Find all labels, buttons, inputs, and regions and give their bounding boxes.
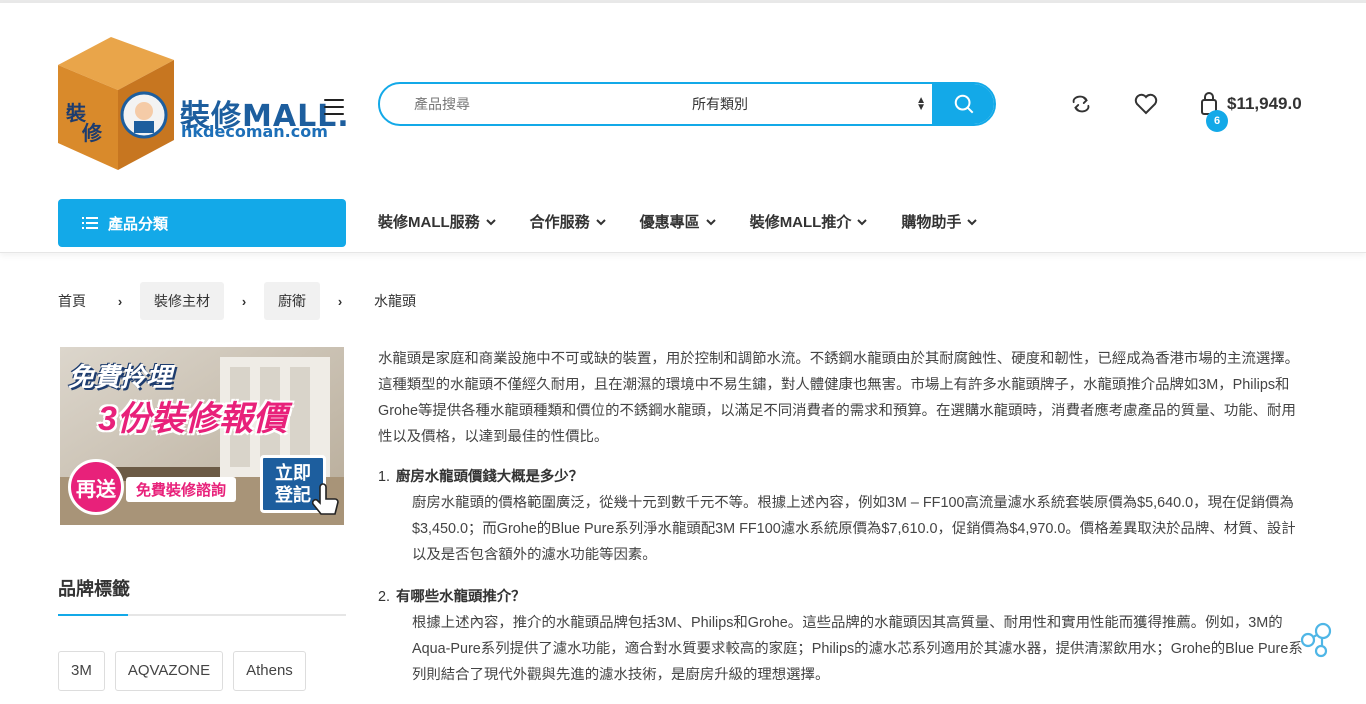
breadcrumb-home[interactable]: 首頁: [58, 282, 100, 320]
intro-paragraph: 水龍頭是家庭和商業設施中不可或缺的裝置，用於控制和調節水流。不銹鋼水龍頭由於其耐…: [378, 351, 1300, 445]
brand-title-divider: [58, 614, 346, 616]
product-category-label: 產品分類: [108, 215, 169, 233]
nav-label: 優惠專區: [639, 214, 700, 231]
brand-tags: 3M AQVAZONE Athens: [58, 651, 316, 691]
chevron-right-icon: ›: [117, 293, 123, 309]
chevron-right-icon: ›: [337, 293, 343, 309]
chevron-down-icon: [705, 218, 716, 225]
brand-tag-aqvazone[interactable]: AQVAZONE: [114, 651, 224, 691]
category-select-value: 所有類別: [692, 96, 748, 112]
category-select[interactable]: 所有類別 ▲ ▼: [692, 94, 926, 114]
brand-tag-athens[interactable]: Athens: [233, 651, 306, 691]
banner-line2: 3份裝修報價: [98, 400, 287, 438]
faq-question-text: 有哪些水龍頭推介？: [396, 589, 526, 605]
search-bar: 所有類別 ▲▼: [378, 82, 996, 126]
faq-answer: 根據上述內容，推介的水龍頭品牌包括3M、Philips和Grohe。這些品牌的水…: [412, 615, 1303, 683]
faq-answer: 廚房水龍頭的價格範圍廣泛，從幾十元到數千元不等。根據上述內容，例如3M – FF…: [412, 495, 1296, 563]
main-nav: 裝修MALL服務 合作服務 優惠專區 裝修MALL推介 購物助手: [378, 211, 1011, 232]
banner-line1: 免費拎埋: [68, 362, 173, 392]
brand-tags-title: 品牌標籤: [58, 579, 130, 599]
category-description: 水龍頭是家庭和商業設施中不可或缺的裝置，用於控制和調節水流。不銹鋼水龍頭由於其耐…: [378, 346, 1308, 704]
product-category-button[interactable]: 產品分類: [58, 199, 346, 247]
breadcrumb: 首頁 › 裝修主材 › 廚衛 › 水龍頭: [58, 282, 430, 320]
menu-hamburger-icon[interactable]: [324, 99, 344, 115]
promo-banner[interactable]: 免費拎埋 3份裝修報價 再送 免費裝修諮詢 立即 登記: [60, 347, 344, 525]
faq-item: 2. 有哪些水龍頭推介？ 根據上述內容，推介的水龍頭品牌包括3M、Philips…: [378, 584, 1308, 688]
faq-question-text: 廚房水龍頭價錢大概是多少？: [396, 469, 584, 485]
nav-label: 合作服務: [529, 214, 590, 231]
chevron-right-icon: ›: [241, 293, 247, 309]
faq-item: 1. 廚房水龍頭價錢大概是多少？ 廚房水龍頭的價格範圍廣泛，從幾十元到數千元不等…: [378, 464, 1308, 568]
wishlist-button[interactable]: [1133, 91, 1159, 117]
faq-question: 2. 有哪些水龍頭推介？: [378, 584, 1308, 610]
chevron-down-icon: [595, 218, 606, 225]
pointer-hand-icon: [312, 483, 339, 515]
banner-badge: 再送: [68, 459, 124, 515]
share-bubbles-icon[interactable]: [1298, 620, 1338, 660]
breadcrumb-kitchen-bath[interactable]: 廚衛: [264, 282, 320, 320]
cart-count-badge: 6: [1206, 110, 1228, 132]
faq-number: 2.: [378, 589, 391, 605]
site-header: 裝 修 裝修MALL. hkdecoman.com 所有類別 ▲▼: [0, 3, 1366, 253]
banner-badge-text: 免費裝修諮詢: [126, 477, 237, 502]
heart-icon: [1134, 93, 1158, 115]
logo-domain[interactable]: hkdecoman.com: [181, 122, 328, 141]
nav-label: 裝修MALL推介: [749, 214, 852, 231]
faq-question: 1. 廚房水龍頭價錢大概是多少？: [378, 464, 1308, 490]
nav-item-offers[interactable]: 優惠專區: [640, 211, 716, 232]
chevron-down-icon: [967, 218, 978, 225]
nav-label: 裝修MALL服務: [378, 214, 480, 231]
banner-cta-line1: 立即: [275, 463, 311, 483]
brand-tag-3m[interactable]: 3M: [58, 651, 105, 691]
nav-item-services[interactable]: 裝修MALL服務: [378, 211, 496, 232]
search-button[interactable]: [932, 84, 994, 124]
chevron-down-icon: [857, 218, 868, 225]
breadcrumb-current: 水龍頭: [374, 293, 416, 309]
nav-label: 購物助手: [901, 214, 962, 231]
faq-number: 1.: [378, 469, 391, 485]
search-icon: [954, 94, 974, 114]
search-input[interactable]: [414, 96, 690, 112]
select-arrows-icon: ▲ ▼: [916, 95, 926, 113]
nav-item-partnership[interactable]: 合作服務: [530, 211, 606, 232]
svg-text:修: 修: [81, 121, 103, 145]
compare-button[interactable]: [1068, 91, 1094, 117]
breadcrumb-main-materials[interactable]: 裝修主材: [140, 282, 224, 320]
compare-arrows-icon: [1072, 95, 1090, 113]
nav-item-shopping-helper[interactable]: 購物助手: [901, 211, 978, 232]
chevron-down-icon: [485, 218, 496, 225]
list-icon: [82, 217, 98, 229]
cart-total[interactable]: $11,949.0: [1227, 94, 1302, 114]
nav-item-recommend[interactable]: 裝修MALL推介: [750, 211, 868, 232]
